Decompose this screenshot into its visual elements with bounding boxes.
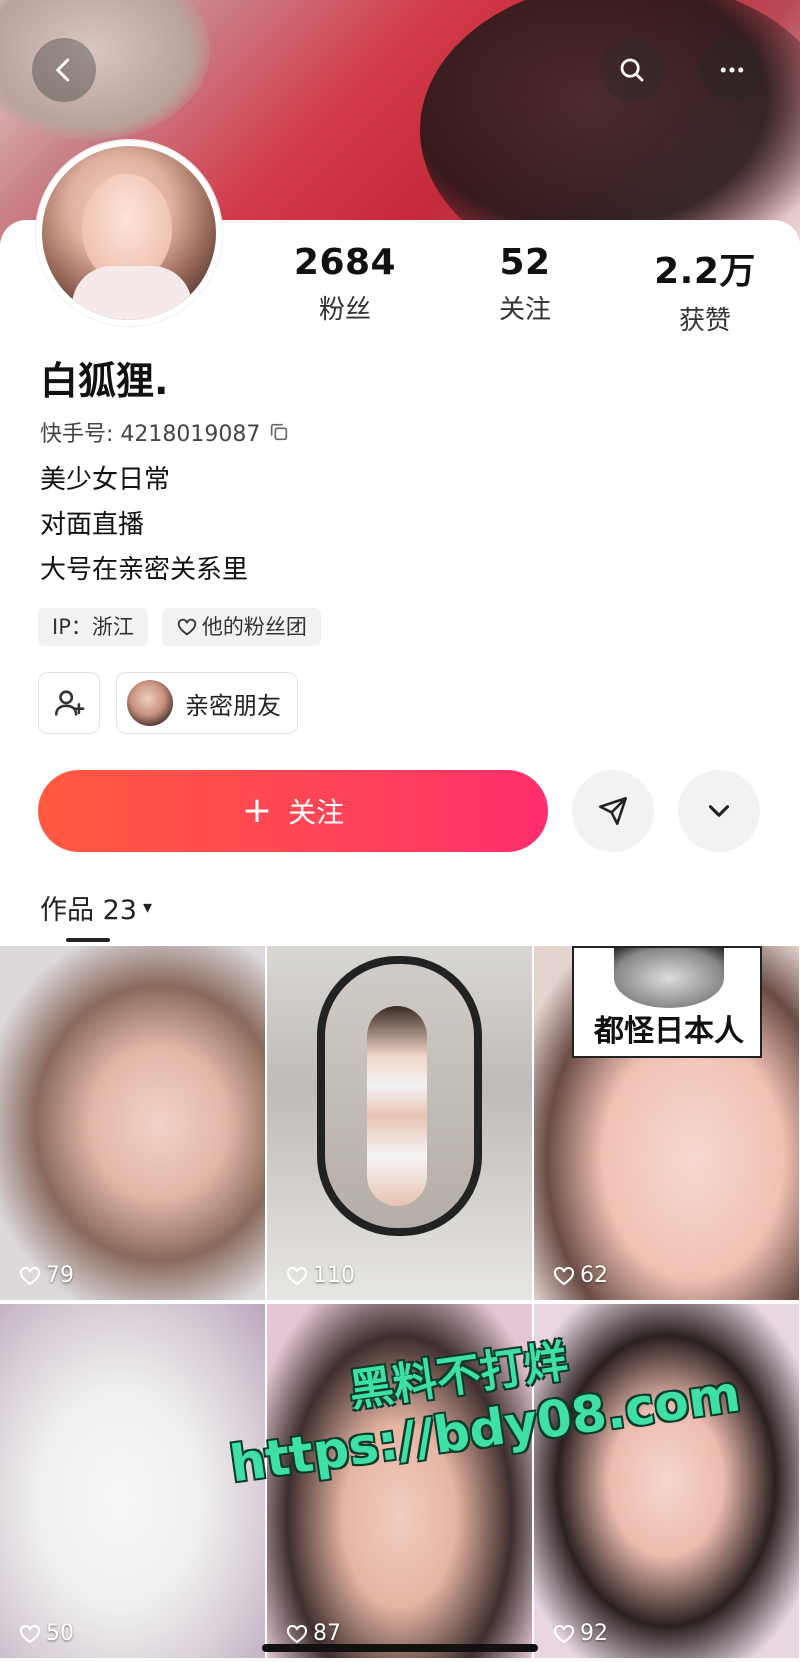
- profile-name: 白狐狸.: [40, 359, 169, 403]
- stat-likes-label: 获赞: [678, 306, 731, 336]
- profile-tags: IP：浙江 他的粉丝团: [38, 608, 321, 646]
- follow-label: 关注: [288, 796, 345, 829]
- like-count: 50: [18, 1621, 74, 1646]
- like-count-value: 79: [46, 1263, 74, 1288]
- add-friend-button[interactable]: [38, 672, 100, 734]
- heart-icon: [20, 1624, 40, 1643]
- heart-icon: [20, 1266, 40, 1285]
- heart-icon: [554, 1624, 574, 1643]
- stat-following-label: 关注: [498, 295, 551, 325]
- send-icon: [598, 796, 628, 826]
- chevron-left-icon: [56, 58, 70, 82]
- fanclub-text: 他的粉丝团: [201, 615, 307, 639]
- stat-fans-count: 2684: [293, 242, 397, 283]
- stat-likes-count: 2.2万: [654, 251, 756, 292]
- like-count-value: 92: [580, 1621, 608, 1646]
- stat-fans-label: 粉丝: [318, 295, 371, 325]
- meme-caption: 都怪日本人: [594, 1014, 744, 1049]
- video-tile[interactable]: 50: [0, 1304, 265, 1658]
- like-count: 79: [18, 1263, 74, 1288]
- stat-following-count: 52: [499, 242, 551, 283]
- caret-down-icon: ▾: [142, 897, 152, 918]
- ip-location-text: IP：浙江: [52, 615, 134, 639]
- home-indicator[interactable]: [262, 1644, 538, 1652]
- video-tile[interactable]: 都怪日本人 62: [534, 946, 799, 1300]
- heart-icon: [287, 1624, 307, 1643]
- bio-line: 美少女日常: [40, 465, 171, 495]
- intimate-friends-label: 亲密朋友: [185, 691, 281, 720]
- video-tile[interactable]: 110: [267, 946, 532, 1300]
- add-user-icon: [54, 690, 85, 716]
- intimate-friends-button[interactable]: 亲密朋友: [116, 672, 298, 734]
- stat-following[interactable]: 52 关注: [450, 242, 600, 337]
- avatar-dress-shape: [72, 266, 192, 320]
- copy-icon[interactable]: [268, 421, 290, 443]
- friends-row: 亲密朋友: [38, 672, 298, 734]
- uid-text: 快手号: 4218019087: [40, 422, 261, 447]
- tab-works[interactable]: 作品 23 ▾: [40, 888, 152, 927]
- like-count: 62: [552, 1263, 608, 1288]
- fanclub-tag[interactable]: 他的粉丝团: [161, 608, 321, 646]
- like-count-value: 110: [313, 1263, 355, 1288]
- bio-line: 大号在亲密关系里: [40, 555, 249, 585]
- avatar[interactable]: [36, 140, 222, 326]
- like-count-value: 87: [313, 1621, 341, 1646]
- bio-line: 对面直播: [40, 510, 145, 540]
- video-tile[interactable]: 79: [0, 946, 265, 1300]
- profile-bio: 美少女日常 对面直播 大号在亲密关系里: [40, 458, 248, 593]
- like-count-value: 62: [580, 1263, 608, 1288]
- stat-fans[interactable]: 2684 粉丝: [270, 242, 420, 337]
- profile-uid: 快手号: 4218019087: [40, 416, 290, 448]
- like-count: 92: [552, 1621, 608, 1646]
- back-button[interactable]: [32, 38, 96, 102]
- chevron-down-icon: [708, 805, 730, 817]
- heart-outline-icon: [177, 618, 197, 636]
- works-label: 作品 23: [40, 895, 137, 926]
- like-count: 87: [285, 1621, 341, 1646]
- search-button[interactable]: [600, 38, 664, 102]
- profile-stats: 2684 粉丝 52 关注 2.2万 获赞: [270, 242, 780, 337]
- works-grid: 79 110 都怪日本人 62 50 87 92: [0, 946, 800, 1658]
- plus-icon: +: [241, 790, 273, 831]
- stat-likes[interactable]: 2.2万 获赞: [630, 242, 780, 337]
- meme-overlay: 都怪日本人: [572, 946, 762, 1058]
- more-button[interactable]: [700, 38, 764, 102]
- heart-icon: [287, 1266, 307, 1285]
- tab-underline: [66, 938, 110, 942]
- more-dots-icon: [720, 67, 744, 73]
- friend-avatar: [127, 680, 173, 726]
- tile-figure-shape: [367, 1006, 427, 1206]
- expand-button[interactable]: [678, 770, 760, 852]
- send-message-button[interactable]: [572, 770, 654, 852]
- watermark: 黑料不打烊 https://bdy08.com: [226, 1336, 743, 1494]
- search-icon: [620, 58, 644, 82]
- heart-icon: [554, 1266, 574, 1285]
- like-count-value: 50: [46, 1621, 74, 1646]
- meme-face-shape: [614, 948, 724, 1008]
- like-count: 110: [285, 1263, 355, 1288]
- ip-location-tag: IP：浙江: [38, 608, 148, 646]
- follow-button[interactable]: + 关注: [38, 770, 548, 852]
